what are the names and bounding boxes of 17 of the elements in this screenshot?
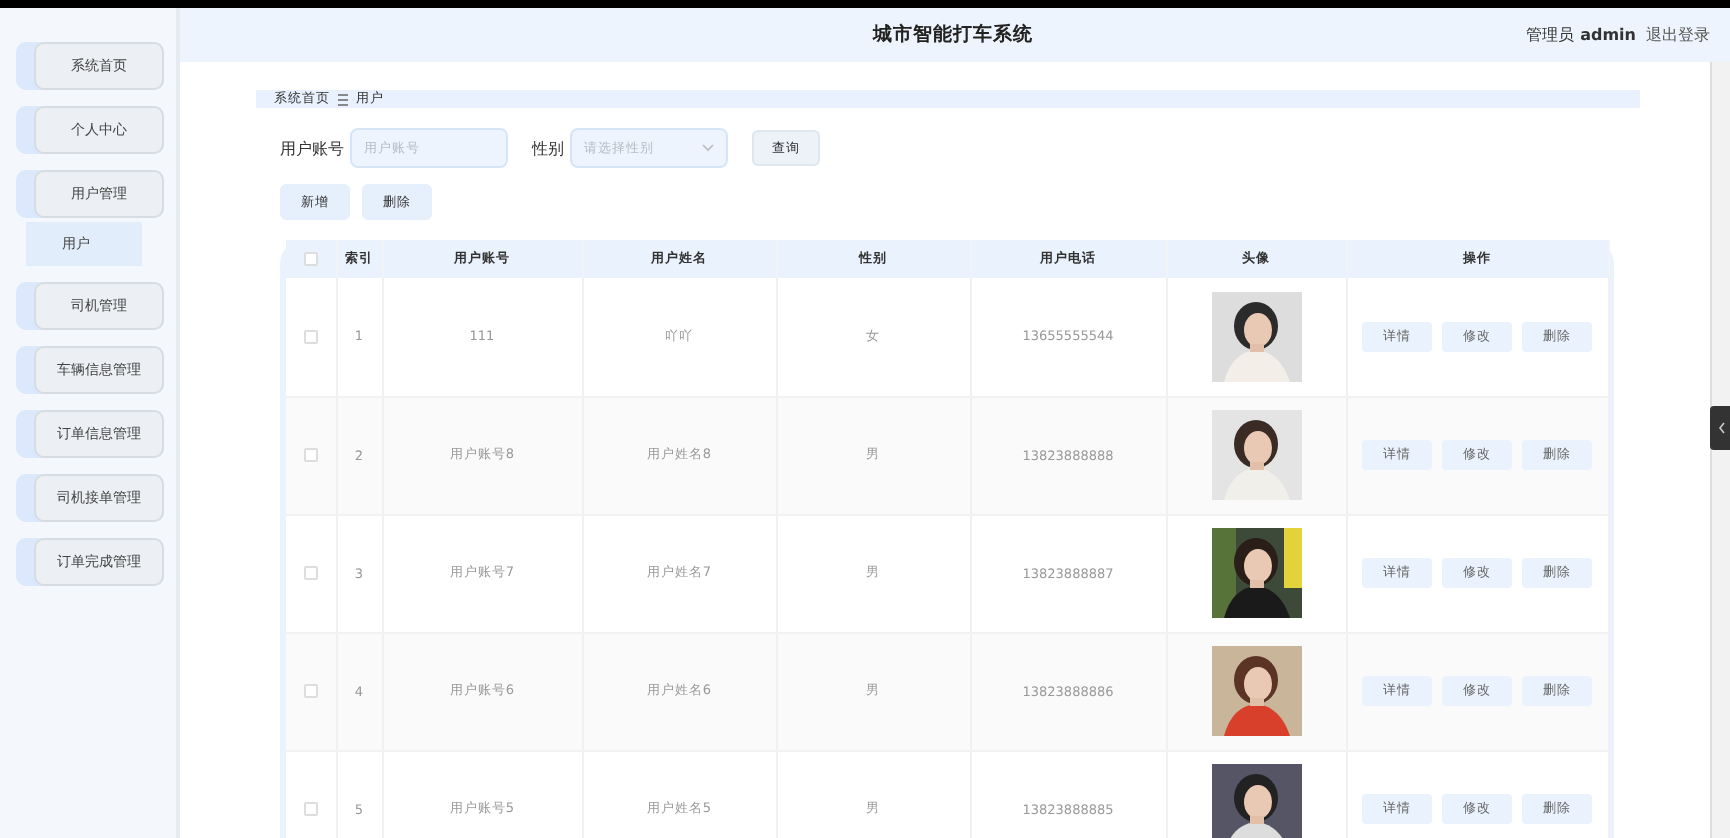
checkbox[interactable] bbox=[303, 329, 318, 344]
user-role: 管理员 bbox=[1526, 24, 1575, 46]
app-title: 城市智能打车系统 bbox=[870, 22, 1036, 48]
logout-link[interactable]: 退出登录 bbox=[1646, 24, 1710, 46]
chevron-down-icon bbox=[702, 144, 714, 152]
chevron-left-icon bbox=[1717, 422, 1725, 434]
separator-icon bbox=[338, 93, 348, 105]
user-name: admin bbox=[1580, 26, 1636, 44]
field-label: 性别 bbox=[532, 137, 564, 159]
collapse-handle[interactable] bbox=[1710, 406, 1730, 450]
checkbox[interactable] bbox=[303, 252, 318, 267]
scrollbar[interactable] bbox=[1710, 62, 1730, 838]
checkbox[interactable] bbox=[303, 566, 318, 581]
checkbox[interactable] bbox=[303, 448, 318, 463]
checkbox[interactable] bbox=[303, 684, 318, 699]
field-label: 用户账号 bbox=[280, 137, 344, 159]
checkbox[interactable] bbox=[303, 802, 318, 817]
